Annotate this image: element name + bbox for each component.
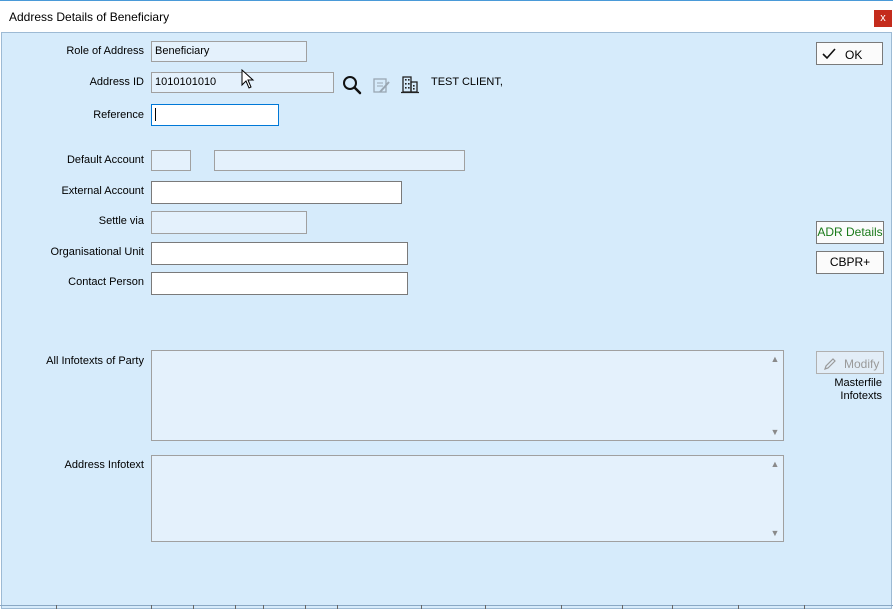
organisational-unit-input[interactable] bbox=[151, 242, 408, 265]
status-divider bbox=[485, 605, 486, 609]
address-id-label: Address ID bbox=[89, 76, 144, 88]
edit-address-icon[interactable] bbox=[371, 75, 391, 95]
contact-person-input[interactable] bbox=[151, 272, 408, 295]
scroll-down-icon[interactable]: ▼ bbox=[770, 528, 780, 538]
default-account-label: Default Account bbox=[66, 154, 144, 166]
status-divider bbox=[151, 605, 152, 609]
scroll-up-icon[interactable]: ▲ bbox=[770, 459, 780, 469]
status-divider bbox=[738, 605, 739, 609]
masterfile-note-line1: Masterfile bbox=[834, 377, 882, 389]
close-button[interactable]: x bbox=[874, 10, 892, 27]
cbpr-button[interactable]: CBPR+ bbox=[816, 251, 884, 274]
check-icon bbox=[822, 48, 836, 60]
all-infotexts-label: All Infotexts of Party bbox=[46, 355, 144, 367]
scroll-down-icon[interactable]: ▼ bbox=[770, 427, 780, 437]
window-title: Address Details of Beneficiary bbox=[9, 10, 170, 24]
building-icon[interactable] bbox=[400, 74, 420, 94]
status-divider bbox=[305, 605, 306, 609]
status-divider bbox=[622, 605, 623, 609]
status-divider bbox=[804, 605, 805, 609]
text-caret bbox=[155, 108, 156, 121]
status-divider bbox=[561, 605, 562, 609]
pencil-icon bbox=[824, 358, 836, 370]
reference-label: Reference bbox=[93, 109, 144, 121]
modify-button[interactable]: Modify bbox=[816, 351, 884, 374]
all-infotexts-textarea[interactable]: ▲ ▼ bbox=[151, 350, 784, 441]
ok-button-label: OK bbox=[845, 48, 863, 62]
status-divider bbox=[193, 605, 194, 609]
masterfile-note-line2: Infotexts bbox=[840, 390, 882, 402]
status-divider bbox=[337, 605, 338, 609]
default-account-long-field[interactable] bbox=[214, 150, 465, 171]
address-infotext-textarea[interactable]: ▲ ▼ bbox=[151, 455, 784, 542]
external-account-input[interactable] bbox=[151, 181, 402, 204]
settle-via-label: Settle via bbox=[98, 215, 144, 227]
adr-details-button[interactable]: ADR Details bbox=[816, 221, 884, 244]
role-of-address-label: Role of Address bbox=[66, 45, 144, 57]
address-infotext-label: Address Infotext bbox=[64, 459, 145, 471]
contact-person-label: Contact Person bbox=[68, 276, 144, 288]
status-divider bbox=[235, 605, 236, 609]
scrollbar[interactable]: ▲ ▼ bbox=[767, 351, 783, 440]
mouse-cursor-icon bbox=[241, 69, 255, 89]
status-divider bbox=[421, 605, 422, 609]
external-account-label: External Account bbox=[61, 185, 144, 197]
settle-via-field[interactable] bbox=[151, 211, 307, 234]
scrollbar[interactable]: ▲ ▼ bbox=[767, 456, 783, 541]
modify-button-label: Modify bbox=[844, 357, 880, 371]
status-divider bbox=[56, 605, 57, 609]
default-account-short-field[interactable] bbox=[151, 150, 191, 171]
search-icon[interactable] bbox=[341, 74, 363, 96]
title-bar: Address Details of Beneficiary x bbox=[0, 0, 893, 32]
status-strip bbox=[0, 605, 893, 609]
status-divider bbox=[672, 605, 673, 609]
status-divider bbox=[263, 605, 264, 609]
ok-button[interactable]: OK bbox=[816, 42, 883, 65]
role-of-address-field: Beneficiary bbox=[151, 41, 307, 62]
reference-input[interactable] bbox=[151, 104, 279, 126]
scroll-up-icon[interactable]: ▲ bbox=[770, 354, 780, 364]
client-name: TEST CLIENT, bbox=[431, 76, 503, 88]
organisational-unit-label: Organisational Unit bbox=[50, 246, 144, 258]
